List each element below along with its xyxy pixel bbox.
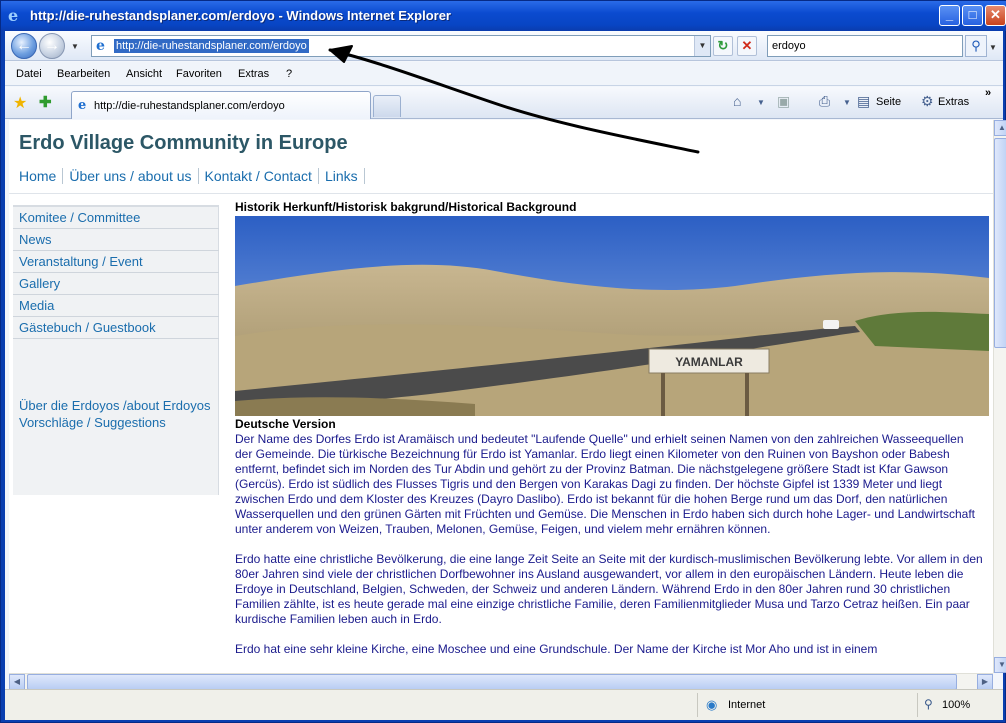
sidebar-item-media[interactable]: Media	[13, 295, 219, 317]
globe-icon: ◉	[706, 697, 718, 712]
main-content: Historik Herkunft/Historisk bakgrund/His…	[235, 200, 989, 672]
menu-favoriten[interactable]: Favoriten	[176, 68, 222, 80]
nav-about[interactable]: Über uns / about us	[69, 168, 199, 184]
sidebar-item-label: Gästebuch / Guestbook	[19, 320, 156, 335]
side-navigation: Komitee / Committee News Veranstaltung /…	[13, 205, 219, 495]
print-dropdown-icon[interactable]: ▼	[843, 98, 851, 107]
horizontal-scroll-thumb[interactable]	[27, 674, 957, 690]
sidebar-item-news[interactable]: News	[13, 229, 219, 251]
site-title: Erdo Village Community in Europe	[19, 132, 348, 154]
tab-current[interactable]: e http://die-ruhestandsplaner.com/erdoyo	[71, 91, 371, 119]
sidebar-item-label: Gallery	[19, 276, 61, 291]
nav-links[interactable]: Links	[324, 168, 365, 184]
sidebar-item-gallery[interactable]: Gallery	[13, 273, 219, 295]
menu-bearbeiten[interactable]: Bearbeiten	[57, 68, 110, 80]
favorites-star-icon[interactable]: ★	[13, 93, 27, 113]
tab-label: http://die-ruhestandsplaner.com/erdoyo	[94, 100, 285, 112]
scroll-right-icon[interactable]: ▶	[977, 674, 993, 690]
horizontal-scrollbar[interactable]: ◀ ▶	[9, 673, 993, 690]
landscape-image: YAMANLAR	[235, 216, 989, 416]
browser-window: e http://die-ruhestandsplaner.com/erdoyo…	[0, 0, 1006, 723]
page-viewport: Erdo Village Community in Europe Home Übe…	[9, 120, 993, 673]
sidebar-item-event[interactable]: Veranstaltung / Event	[13, 251, 219, 273]
link-suggestions[interactable]: Vorschläge / Suggestions	[19, 414, 215, 431]
nav-home[interactable]: Home	[19, 168, 64, 184]
link-about-erdoyos[interactable]: Über die Erdoyos /about Erdoyos	[19, 397, 215, 414]
chevron-more-icon[interactable]: »	[985, 87, 991, 99]
vertical-scrollbar[interactable]: ▲ ▼	[993, 120, 1006, 673]
menu-bar: Datei Bearbeiten Ansicht Favoriten Extra…	[5, 62, 1003, 86]
home-icon[interactable]: ⌂	[733, 93, 741, 109]
stop-icon[interactable]: ✕	[737, 36, 757, 56]
village-photo: YAMANLAR	[235, 216, 989, 416]
sidebar-item-guestbook[interactable]: Gästebuch / Guestbook	[13, 317, 219, 339]
tools-gear-icon: ⚙	[921, 93, 934, 109]
address-field[interactable]: e http://die-ruhestandsplaner.com/erdoyo…	[91, 35, 711, 57]
divider	[9, 193, 993, 194]
back-arrow-icon[interactable]: ←	[11, 33, 37, 59]
feeds-icon[interactable]: ▣	[777, 93, 790, 110]
menu-datei[interactable]: Datei	[16, 68, 42, 80]
home-dropdown-icon[interactable]: ▼	[757, 98, 765, 107]
page-menu-button[interactable]: Seite	[876, 96, 901, 108]
nav-contact[interactable]: Kontakt / Contact	[204, 168, 319, 184]
new-tab-button[interactable]	[373, 95, 401, 117]
page-icon: e	[96, 38, 105, 54]
status-bar: ◉ Internet ⚲ 100%	[5, 689, 1003, 720]
tools-menu-button[interactable]: Extras	[938, 96, 969, 108]
address-toolbar: ← → ▼ e http://die-ruhestandsplaner.com/…	[5, 31, 1003, 61]
version-heading: Deutsche Version	[235, 417, 336, 431]
page-icon: e	[78, 98, 87, 113]
maximize-button[interactable]: □	[962, 5, 983, 26]
address-dropdown-icon[interactable]: ▼	[694, 36, 710, 56]
history-dropdown-icon[interactable]: ▼	[71, 42, 79, 51]
forward-arrow-icon[interactable]: →	[39, 33, 65, 59]
sidebar-item-label: Media	[19, 298, 55, 313]
address-url[interactable]: http://die-ruhestandsplaner.com/erdoyo	[114, 39, 309, 53]
security-zone[interactable]: ◉ Internet	[697, 693, 913, 717]
sidebar-item-label: Komitee / Committee	[19, 210, 141, 225]
section-heading: Historik Herkunft/Historisk bakgrund/His…	[235, 200, 577, 214]
scroll-up-icon[interactable]: ▲	[994, 120, 1006, 136]
sidebar-item-label: News	[19, 232, 52, 247]
sidebar-item-committee[interactable]: Komitee / Committee	[13, 207, 219, 229]
paragraph-3: Erdo hat eine sehr kleine Kirche, eine M…	[235, 642, 878, 656]
ie-logo-icon: e	[8, 6, 19, 25]
top-navigation: Home Über uns / about us Kontakt / Contact…	[19, 167, 371, 185]
search-icon[interactable]: ⚲	[965, 35, 987, 57]
search-input[interactable]: erdoyo	[767, 35, 963, 57]
search-value: erdoyo	[772, 40, 806, 52]
paragraph-1: Der Name des Dorfes Erdo ist Aramäisch u…	[235, 432, 975, 536]
search-options-dropdown-icon[interactable]: ▼	[989, 43, 997, 52]
side-links: Über die Erdoyos /about Erdoyos Vorschlä…	[19, 397, 215, 431]
zoom-control[interactable]: ⚲ 100%	[917, 693, 997, 717]
close-button[interactable]: ✕	[985, 5, 1006, 26]
zoom-level: 100%	[942, 699, 971, 711]
title-bar[interactable]: e http://die-ruhestandsplaner.com/erdoyo…	[1, 1, 1006, 31]
add-favorite-icon[interactable]: ✚	[39, 93, 52, 111]
scroll-down-icon[interactable]: ▼	[994, 657, 1006, 673]
zone-label: Internet	[728, 699, 766, 711]
menu-help[interactable]: ?	[286, 68, 292, 80]
refresh-icon[interactable]: ↻	[713, 36, 733, 56]
window-title: http://die-ruhestandsplaner.com/erdoyo -…	[30, 8, 451, 23]
scroll-left-icon[interactable]: ◀	[9, 674, 25, 690]
vertical-scroll-thumb[interactable]	[994, 138, 1006, 348]
menu-ansicht[interactable]: Ansicht	[126, 68, 162, 80]
print-icon[interactable]: ⎙	[819, 93, 830, 110]
page-menu-icon: ▤	[857, 93, 871, 109]
menu-extras[interactable]: Extras	[238, 68, 269, 80]
paragraph-2: Erdo hatte eine christliche Bevölkerung,…	[235, 552, 983, 626]
yamanlar-sign-text: YAMANLAR	[675, 355, 743, 369]
minimize-button[interactable]: _	[939, 5, 960, 26]
browser-client: ← → ▼ e http://die-ruhestandsplaner.com/…	[5, 31, 1006, 720]
tab-bar: ★ ✚ e http://die-ruhestandsplaner.com/er…	[5, 87, 1003, 119]
zoom-icon: ⚲	[924, 697, 933, 711]
sidebar-item-label: Veranstaltung / Event	[19, 254, 143, 269]
